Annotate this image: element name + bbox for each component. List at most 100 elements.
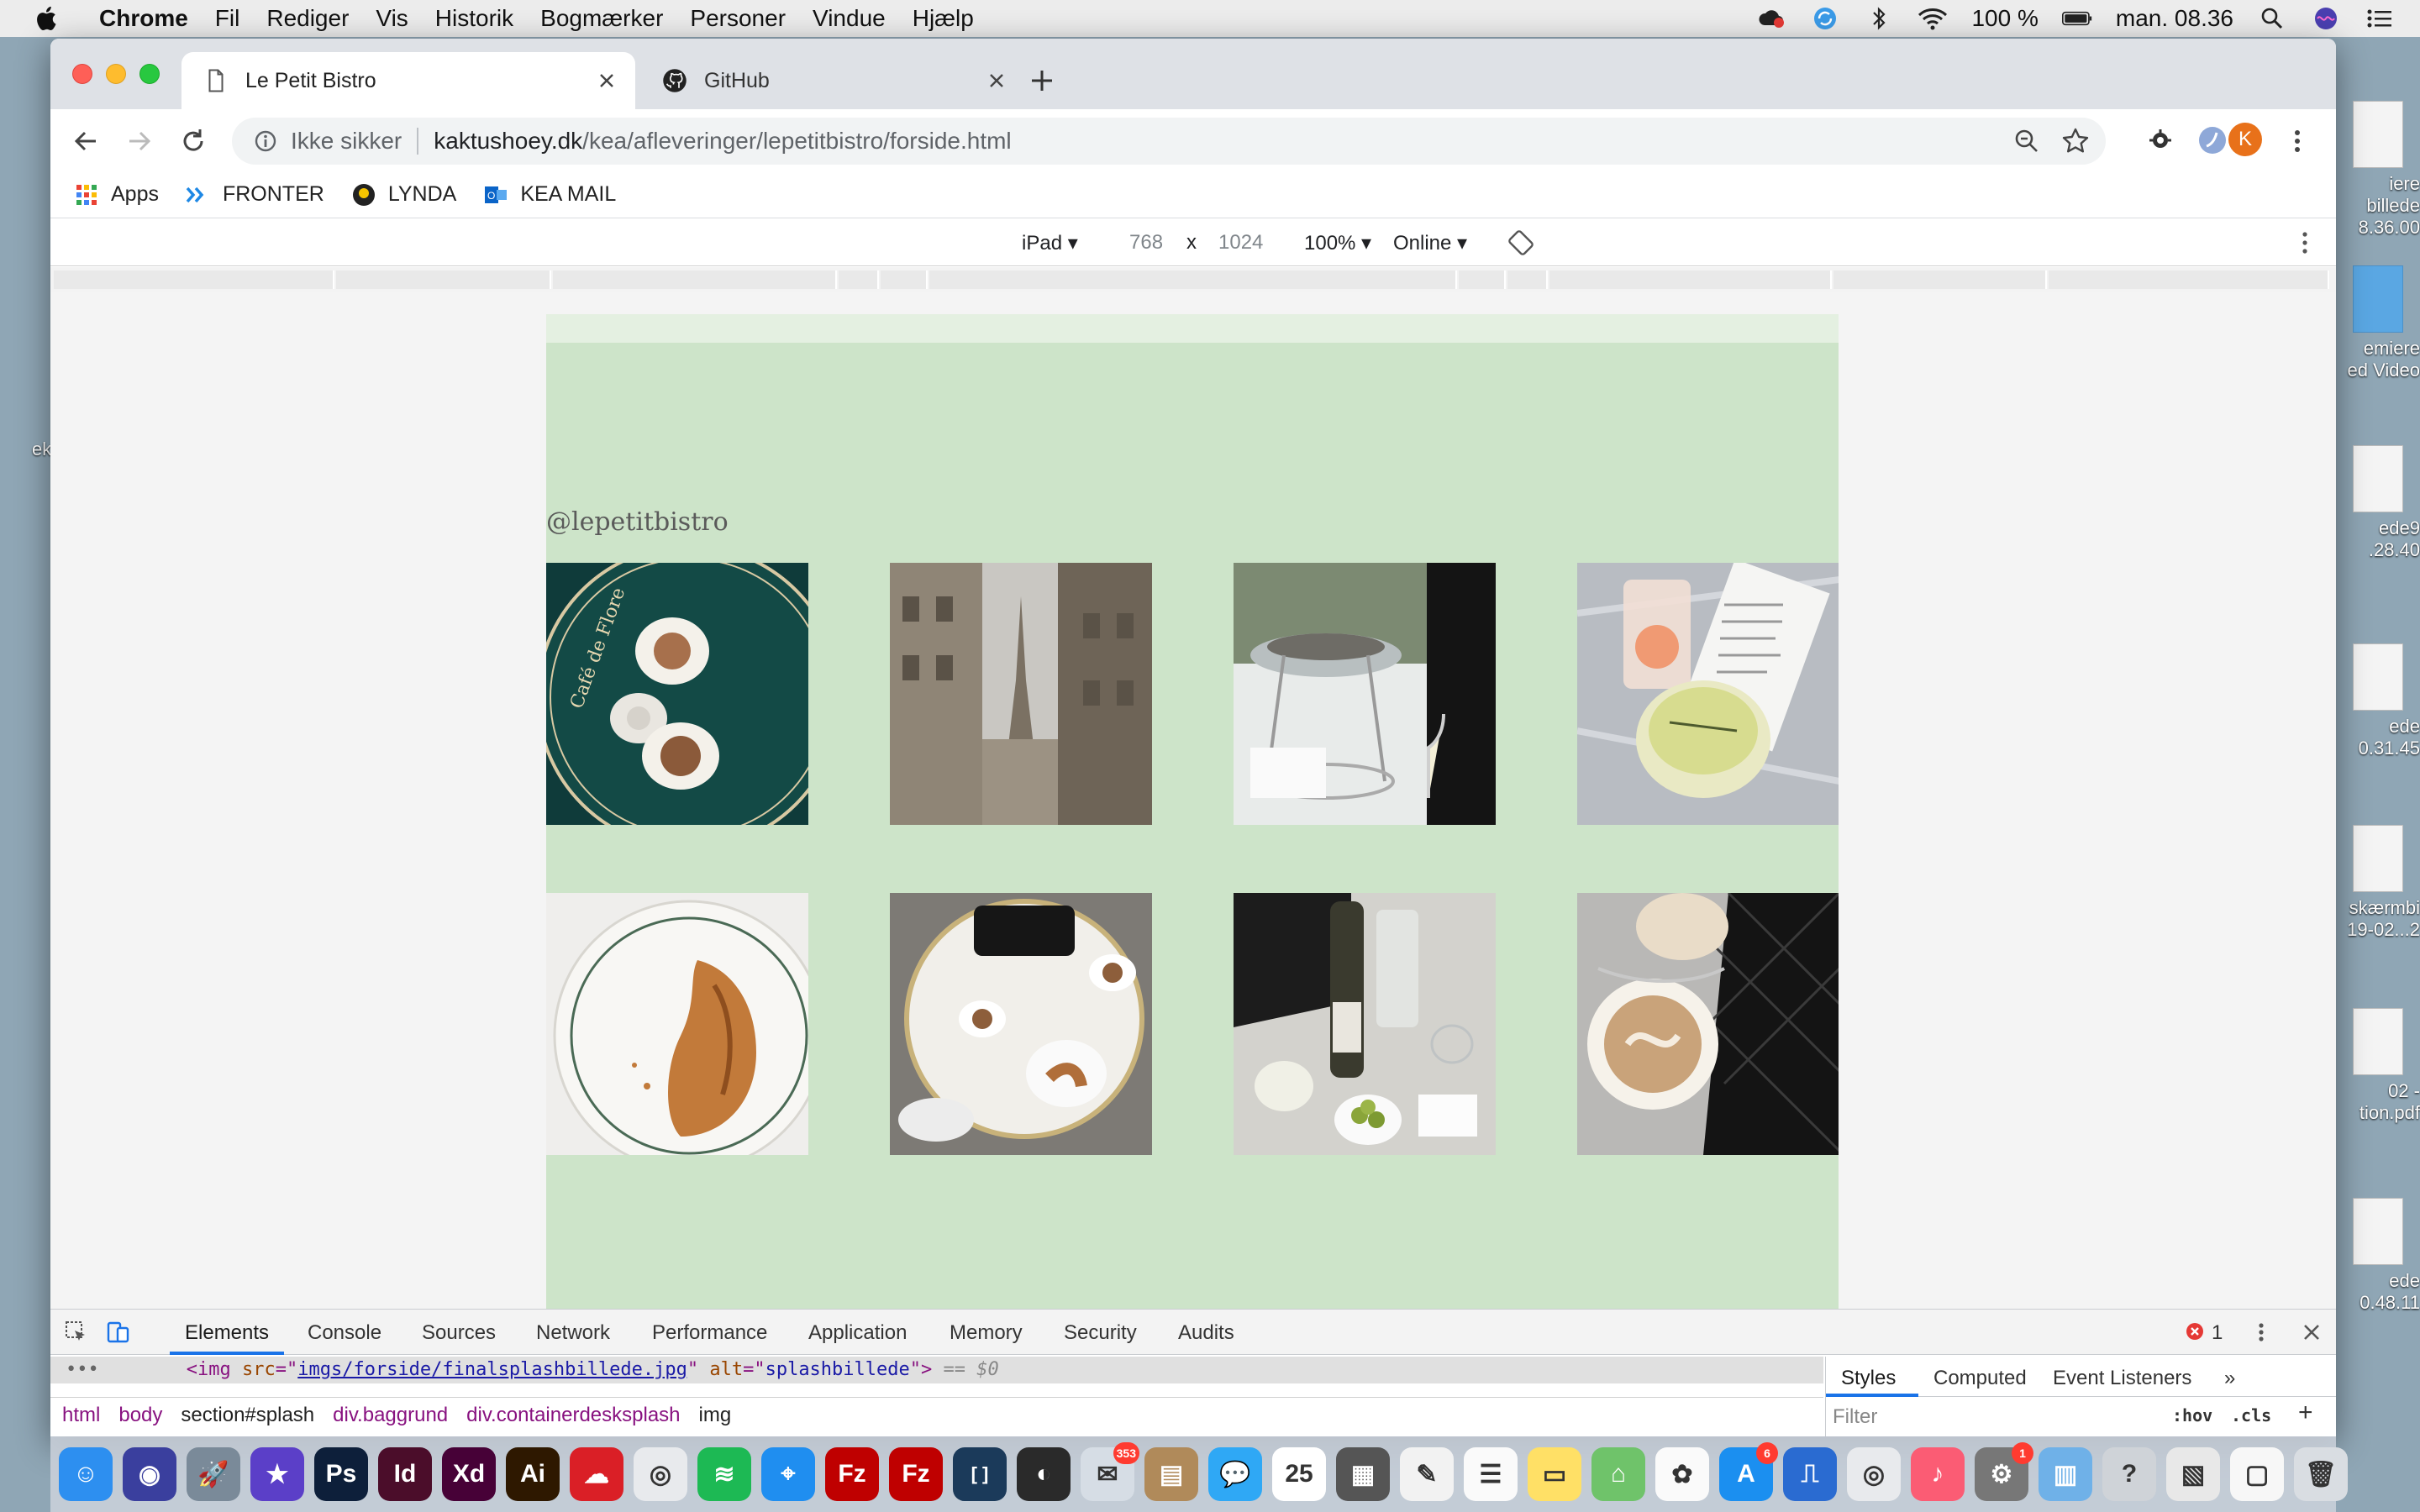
menu-view[interactable]: Vis <box>376 5 408 32</box>
address-bar[interactable]: Ikke sikker kaktushoey.dk /kea/afleverin… <box>232 118 2106 165</box>
bookmark-lynda[interactable]: LYNDA <box>351 182 456 207</box>
desktop-item[interactable]: iere billede 8.36.00 <box>2336 101 2420 239</box>
wifi-icon[interactable] <box>1918 6 1948 31</box>
cafe-de-flore-table-photo[interactable]: Café de Flore <box>546 563 808 825</box>
desktop-item[interactable]: ede9 .28.40 <box>2336 445 2420 561</box>
dock-textedit-icon[interactable]: ✎ <box>1400 1447 1454 1501</box>
back-arrow-icon[interactable] <box>69 124 103 158</box>
security-status[interactable]: Ikke sikker <box>291 128 402 155</box>
zoom-select[interactable]: 100% ▾ <box>1304 231 1371 255</box>
media-query-bar[interactable] <box>929 270 1457 289</box>
error-icon[interactable] <box>2185 1321 2205 1341</box>
bookmark-fronter[interactable]: FRONTER <box>186 182 324 207</box>
latte-and-quilted-bag-photo[interactable] <box>1577 893 1839 1155</box>
dock-brackets-icon[interactable]: [ ] <box>953 1447 1007 1501</box>
network-throttle-select[interactable]: Online ▾ <box>1393 231 1467 255</box>
breadcrumb-item[interactable]: img <box>699 1404 732 1427</box>
bookmark-star-icon[interactable] <box>2060 126 2091 156</box>
menu-edit[interactable]: Rediger <box>266 5 349 32</box>
media-query-bar[interactable] <box>54 270 334 289</box>
bookmark-apps[interactable]: Apps <box>74 182 159 207</box>
dock-illustrator-icon[interactable]: Ai <box>506 1447 560 1501</box>
media-query-bar[interactable] <box>1507 270 1548 289</box>
devtools-tab-console[interactable]: Console <box>308 1321 381 1345</box>
eiffel-tower-street-photo[interactable] <box>890 563 1152 825</box>
dock-system-preferences-icon[interactable]: ⚙ 1 <box>1975 1442 2033 1501</box>
dock-downloads-folder-icon[interactable]: ▥ <box>2039 1447 2092 1501</box>
wine-and-olives-photo[interactable] <box>1234 893 1496 1155</box>
desktop-item[interactable]: 02 - tion.pdf <box>2336 1008 2420 1124</box>
new-style-rule-plus-icon[interactable]: + <box>2298 1399 2313 1427</box>
dock-imovie-star-icon[interactable]: ★ <box>250 1447 304 1501</box>
dock-filezilla-2-icon[interactable]: Fz <box>889 1447 943 1501</box>
siri-icon[interactable] <box>2311 6 2341 31</box>
breadcrumb-item[interactable]: section#splash <box>181 1404 314 1427</box>
media-query-bar[interactable] <box>839 270 879 289</box>
dock-preview-file-icon[interactable]: ▧ <box>2166 1447 2220 1501</box>
apple-logo-icon[interactable] <box>32 3 62 34</box>
ellipsis-icon[interactable]: ••• <box>66 1359 99 1380</box>
menu-file[interactable]: Fil <box>215 5 240 32</box>
tab-close-icon[interactable] <box>986 71 1007 91</box>
selected-dom-node[interactable]: ••• <img src="imgs/forside/finalsplashbil… <box>50 1357 1823 1383</box>
extension-icon[interactable] <box>2195 123 2230 158</box>
bluetooth-icon[interactable] <box>1864 6 1894 31</box>
bookmark-kea-mail[interactable]: O KEA MAIL <box>483 182 616 207</box>
extension-icon[interactable] <box>2143 123 2178 158</box>
battery-icon[interactable] <box>2061 6 2092 31</box>
dock-help-icon[interactable]: ? <box>2102 1447 2156 1501</box>
devtools-tab-performance[interactable]: Performance <box>652 1321 767 1345</box>
zoom-out-icon[interactable] <box>2013 128 2040 155</box>
error-count[interactable]: 1 <box>2212 1321 2223 1345</box>
breadcrumb-item[interactable]: body <box>118 1404 162 1427</box>
reload-icon[interactable] <box>176 124 210 158</box>
dock-messages-icon[interactable]: 💬 <box>1208 1447 1262 1501</box>
media-query-bar[interactable] <box>1549 270 1832 289</box>
menu-people[interactable]: Personer <box>690 5 786 32</box>
devtools-tab-elements[interactable]: Elements <box>185 1321 269 1345</box>
devtools-tab-audits[interactable]: Audits <box>1178 1321 1234 1345</box>
notification-center-icon[interactable] <box>2365 6 2395 31</box>
dock-safari-icon[interactable]: ⌖ <box>761 1447 815 1501</box>
tab-styles[interactable]: Styles <box>1841 1367 1896 1390</box>
desktop-item[interactable]: ede 0.31.45 <box>2336 643 2420 759</box>
media-query-bar[interactable] <box>1833 270 2047 289</box>
rotate-device-icon[interactable] <box>1507 229 1534 256</box>
dock-maps-icon[interactable]: ⌂ <box>1591 1447 1645 1501</box>
dock-siri-icon[interactable]: ◉ <box>123 1447 176 1501</box>
croissant-plate-photo[interactable] <box>546 893 808 1155</box>
info-circle-icon[interactable] <box>254 129 277 153</box>
media-query-bar[interactable] <box>2049 270 2329 289</box>
media-query-bar[interactable] <box>881 270 928 289</box>
battery-percent[interactable]: 100 % <box>1971 5 2038 32</box>
dock-finder-icon[interactable]: ☺ <box>59 1447 113 1501</box>
dock-app-store-icon[interactable]: A6 <box>1719 1442 1778 1501</box>
tab-event-listeners[interactable]: Event Listeners <box>2053 1367 2191 1390</box>
breadcrumb-item[interactable]: div.containerdesksplash <box>466 1404 680 1427</box>
device-select[interactable]: iPad ▾ <box>1022 231 1078 255</box>
breadcrumb-item[interactable]: div.baggrund <box>333 1404 448 1427</box>
menu-bookmarks[interactable]: Bogmærker <box>540 5 663 32</box>
class-toggle[interactable]: .cls <box>2231 1405 2271 1425</box>
menu-app-name[interactable]: Chrome <box>99 5 188 32</box>
devtools-tab-network[interactable]: Network <box>536 1321 610 1345</box>
creative-cloud-status-icon[interactable] <box>1756 6 1786 31</box>
dock-itunes-icon[interactable]: ♪ <box>1911 1447 1965 1501</box>
menu-help[interactable]: Hjælp <box>913 5 974 32</box>
instagram-handle[interactable]: @lepetitbistro <box>546 507 729 537</box>
devtools-menu-icon[interactable] <box>2255 1320 2267 1345</box>
dock-obs-icon[interactable]: ◐ <box>1017 1447 1071 1501</box>
desktop-item[interactable]: emiere ed Video <box>2336 265 2420 381</box>
dock-calculator-icon[interactable]: ▦ <box>1336 1447 1390 1501</box>
device-toolbar-more-icon[interactable] <box>2299 228 2311 258</box>
breadcrumb-item[interactable]: html <box>62 1404 100 1427</box>
device-width-field[interactable]: 768 <box>1129 231 1163 255</box>
menu-clock[interactable]: man. 08.36 <box>2116 5 2233 32</box>
dock-spotify-icon[interactable]: ≋ <box>697 1447 751 1501</box>
media-query-bar[interactable] <box>1459 270 1506 289</box>
new-tab-plus-icon[interactable] <box>1017 64 1067 97</box>
media-query-bar[interactable] <box>553 270 837 289</box>
devtools-tab-security[interactable]: Security <box>1064 1321 1137 1345</box>
window-zoom-button[interactable] <box>139 64 160 84</box>
devtools-close-icon[interactable] <box>2299 1320 2324 1345</box>
